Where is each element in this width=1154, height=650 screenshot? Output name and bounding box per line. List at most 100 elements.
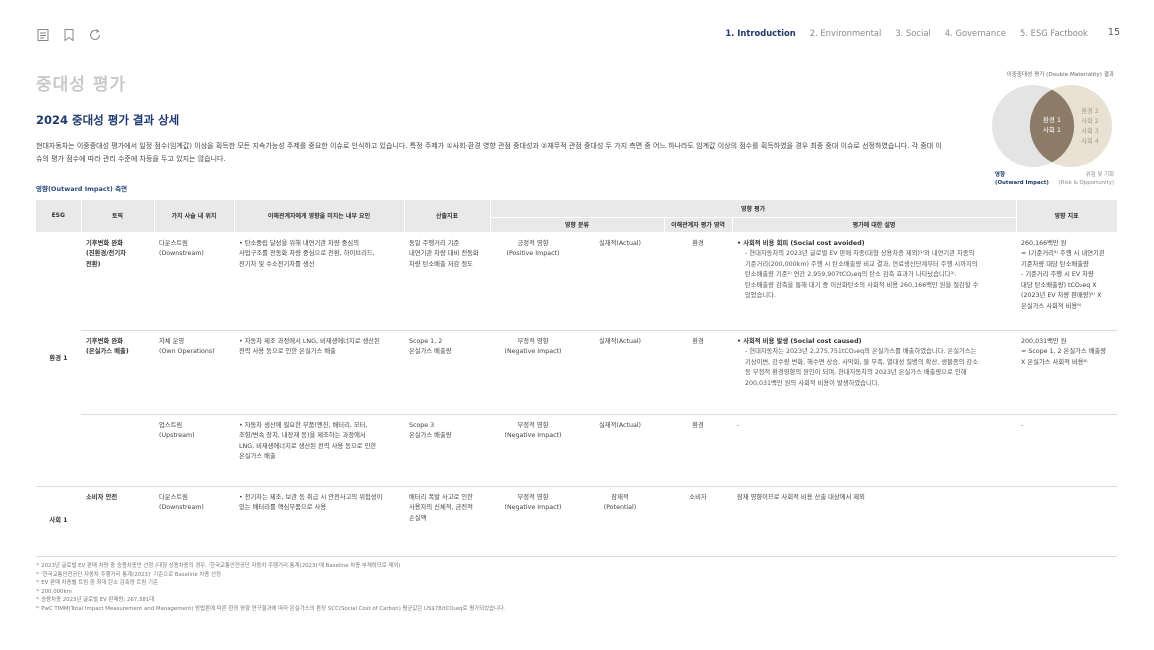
cell-line: 소비자 — [689, 493, 707, 501]
cell-line: 200,031백만 원의 사회적 비용이 발생하였습니다. — [745, 379, 880, 387]
cell-line: 잠재 영향이므로 사회적 비용 산출 대상에서 제외 — [737, 493, 865, 501]
venn-overlap-item: 사회 1 — [1043, 125, 1061, 134]
venn-risk-item: 사회 3 — [1081, 126, 1099, 135]
cell-line: 사업구조를 전동화 차량 중심으로 전환, 하이브리드, — [239, 250, 375, 257]
cell-line: - — [1021, 421, 1024, 429]
venn-impact-label-en: (Outward Impact) — [995, 180, 1049, 186]
indicator-cell: Scope 3 온실가스 배출량 — [404, 414, 490, 487]
tab-social[interactable]: 3. Social — [895, 28, 930, 38]
factor-cell: • 자동차 제조 과정에서 LNG, 비재생에너지로 생산된 전력 사용 등으로… — [234, 330, 404, 415]
cell-line: 소비자 안전 — [86, 493, 118, 501]
cell-line: 동일 주행거리 기준 — [409, 239, 460, 247]
cell-line: (Upstream) — [159, 432, 195, 439]
topic-cell — [81, 414, 154, 487]
bookmark-icon[interactable] — [62, 27, 76, 42]
impact-index-cell: 200,031백만 원 = Scope 1, 2 온실가스 배출량 X 온실가스 사… — [1016, 330, 1118, 415]
stakeholder-area-cell: 환경 — [664, 414, 732, 487]
stakeholder-area-cell: 환경 — [664, 232, 732, 331]
cell-line: (Negative Impact) — [504, 432, 562, 439]
cell-line: (온실가스 배출) — [86, 348, 129, 355]
cell-line: 긍정적 영향 — [517, 239, 549, 247]
cell-line: 있는 배터리를 핵심부품으로 사용 — [239, 504, 327, 511]
cell-line: 업스트림 — [159, 421, 183, 429]
footnote: ¹⁾ 2023년 글로벌 EV 판매 차량 중 승용차종만 선정 (대형 상용차… — [36, 563, 401, 569]
cell-line: • 자동차 제조 과정에서 LNG, 비재생에너지로 생산된 — [239, 337, 380, 345]
footnote: ²⁾ '한국교통안전공단 자동차 주행거리 통계(2023)' 기준으로 Bas… — [36, 571, 221, 578]
eval-desc-cell: - — [732, 414, 1017, 487]
table-row: 업스트림 (Upstream) • 자동차 생산에 필요한 부품(엔진, 배터리, … — [36, 414, 1118, 487]
eval-desc-title: • 사회적 비용 발생 (Social cost caused) — [737, 337, 862, 345]
footnotes: ¹⁾ 2023년 글로벌 EV 판매 차량 중 승용차종만 선정 (대형 상용차… — [36, 562, 506, 614]
cell-line: 전기차 및 수소전기차를 생산 — [239, 260, 315, 268]
cell-line: 부정적 영향 — [517, 337, 549, 345]
footnote: ³⁾ EV 판매 차종별 트림 중 최대 탄소 감축량 트림 기준 — [36, 580, 158, 587]
factor-cell: • 자동차 생산에 필요한 부품(엔진, 배터리, 모터, 조향/변속 장치, … — [234, 414, 404, 487]
topic-cell: 기후변화 완화 (친환경/전기차 전환) — [81, 232, 154, 331]
tab-environmental[interactable]: 2. Environmental — [810, 28, 882, 38]
impact-index-cell — [1016, 486, 1118, 557]
actuality-cell: 실재적(Actual) — [576, 330, 664, 415]
cell-line: 자체 운영 — [159, 337, 185, 345]
cell-line: - 현대자동차의 2023년 글로벌 EV 판매 차종(대형 상용차종 제외)¹… — [745, 250, 975, 257]
cell-line: 등 부정적 환경영향의 원인이 되며, 현대자동차의 2023년 온실가스 배출… — [745, 369, 967, 376]
cell-line: 실재적(Actual) — [598, 239, 642, 247]
actuality-cell: 실재적(Actual) — [576, 414, 664, 487]
cell-line: 환경 — [692, 421, 704, 429]
cell-line: - — [737, 421, 740, 429]
cell-line: 환경 — [692, 337, 704, 345]
venn-risk-label-en: (Risk & Opportunity) — [1058, 180, 1114, 186]
page-number: 15 — [1107, 27, 1120, 38]
topic-cell: 소비자 안전 — [81, 486, 154, 557]
cell-line: 온실가스 사회적 비용⁶⁾ — [1021, 302, 1082, 310]
document-icon[interactable] — [36, 27, 50, 41]
value-chain-cell: 다운스트림 (Downstream) — [154, 486, 234, 557]
cell-line: 기준차량 대당 탄소배출량 — [1021, 260, 1089, 268]
cell-line: (Negative Impact) — [504, 504, 562, 511]
impact-aspect-label: 영향(Outward Impact) 측면 — [36, 185, 128, 193]
cell-line: 탄소배출량 기준²⁾ 연간 2,959,907tCO₂eq의 탄소 감축 효과가… — [745, 271, 957, 278]
venn-impact-label: 영향 (Outward Impact) — [995, 171, 1049, 187]
venn-risk-item: 사회 4 — [1081, 136, 1099, 145]
impact-index-cell: 260,166백만 원 = (기준거리⁴⁾ 주행 시 내연기관기준차량 대당 탄소… — [1016, 232, 1118, 331]
cell-line: • 자동차 생산에 필요한 부품(엔진, 배터리, 모터, — [239, 421, 368, 429]
esg-cell: 환경 1 — [36, 232, 81, 487]
cell-line: 260,166백만 원 — [1021, 239, 1067, 247]
cell-line: 있었습니다. — [745, 292, 776, 299]
cell-line: (Positive Impact) — [506, 250, 560, 257]
stakeholder-area-cell: 환경 — [664, 330, 732, 415]
venn-impact-label-ko: 영향 — [995, 172, 1005, 178]
header-topic: 토픽 — [81, 200, 155, 233]
cell-line: (친환경/전기차 — [86, 250, 126, 257]
footnote: ⁵⁾ 승용차종 2023년 글로벌 EV 판매량: 267,381대 — [36, 597, 155, 604]
cell-line: - 기준거리 주행 시 EV 차량 — [1021, 271, 1094, 278]
value-chain-cell: 자체 운영 (Own Operations) — [154, 330, 234, 415]
cell-line: 기준거리(200,000km) 주행 시 탄소배출량 비교 결과, 연료생산단계… — [745, 260, 978, 268]
header-stakeholder-area: 이해관계자 평가 영역 — [664, 217, 733, 233]
impact-type-cell: 부정적 영향 (Negative Impact) — [490, 486, 576, 557]
footnote: ⁴⁾ 200,000km — [36, 588, 72, 595]
impact-type-cell: 긍정적 영향 (Positive Impact) — [490, 232, 576, 331]
tab-governance[interactable]: 4. Governance — [945, 28, 1006, 38]
topic-cell: 기후변화 완화 (온실가스 배출) — [81, 330, 154, 415]
toolbar — [36, 27, 102, 42]
cell-line: 실재적(Actual) — [598, 421, 642, 429]
venn-risk-item: 환경 2 — [1081, 106, 1099, 115]
venn-risk-label: 위험 및 기회 (Risk & Opportunity) — [1050, 171, 1114, 187]
eval-desc-title: • 사회적 비용 회피 (Social cost avoided) — [737, 239, 865, 247]
header-esg: ESG — [36, 200, 82, 233]
cell-line: = (기준거리⁴⁾ 주행 시 내연기관 — [1021, 250, 1105, 257]
eval-desc-cell: • 사회적 비용 발생 (Social cost caused) - 현대자동차는… — [732, 330, 1017, 415]
page-title: 중대성 평가 — [36, 75, 127, 95]
cell-line: 부정적 영향 — [517, 493, 549, 501]
refresh-icon[interactable] — [88, 27, 102, 41]
cell-line: (2023년 EV 차량 판매량)⁵⁾ X — [1021, 292, 1102, 299]
cell-line: 배터리 폭발 사고로 인한 — [409, 493, 473, 501]
cell-line: 다운스트림 — [159, 493, 188, 501]
actuality-cell: 잠재적 (Potential) — [576, 486, 664, 557]
venn-overlap-item: 환경 1 — [1043, 115, 1061, 124]
cell-line: Scope 3 — [409, 421, 435, 429]
tab-introduction[interactable]: 1. Introduction — [725, 28, 795, 38]
cell-line: 차량 탄소배출 저감 정도 — [409, 260, 473, 268]
tab-esg-factbook[interactable]: 5. ESG Factbook — [1020, 28, 1088, 38]
cell-line: X 온실가스 사회적 비용⁶⁾ — [1021, 358, 1088, 366]
